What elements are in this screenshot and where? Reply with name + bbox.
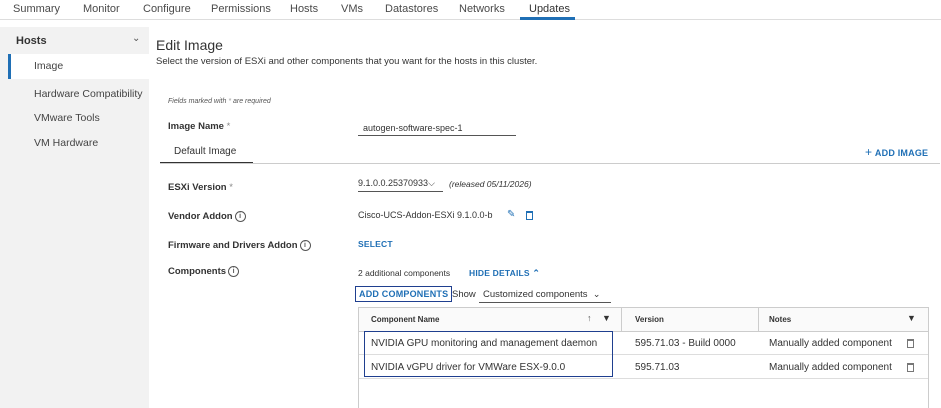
tab-monitor[interactable]: Monitor <box>83 3 120 15</box>
filter-icon[interactable]: ▼ <box>602 313 611 323</box>
sidebar: Hosts ⌄ Image Hardware Compatibility VMw… <box>0 27 149 408</box>
delete-icon[interactable] <box>907 363 914 372</box>
components-label: Components i <box>168 266 240 277</box>
component-notes-cell: Manually added component <box>769 338 892 349</box>
chevron-up-icon: ⌃ <box>532 268 541 278</box>
column-header-notes[interactable]: Notes <box>769 315 791 324</box>
firmware-addon-label: Firmware and Drivers Addon i <box>168 240 311 251</box>
page-title: Edit Image <box>156 37 223 53</box>
components-count: 2 additional components <box>358 268 451 278</box>
filter-icon[interactable]: ▼ <box>907 313 916 323</box>
active-tab-indicator <box>520 17 575 20</box>
tab-hosts[interactable]: Hosts <box>290 3 318 15</box>
tab-default-image[interactable]: Default Image <box>174 146 236 157</box>
vendor-addon-label: Vendor Addon i <box>168 211 246 222</box>
component-version-cell: 595.71.03 - Build 0000 <box>635 338 736 349</box>
edit-icon[interactable]: ✎ <box>507 209 515 220</box>
sidebar-header-hosts[interactable]: Hosts <box>16 35 47 47</box>
hide-details-button[interactable]: HIDE DETAILS ⌃ <box>469 268 540 279</box>
sidebar-item-vm-hardware[interactable]: VM Hardware <box>34 137 98 149</box>
esxi-release-date: (released 05/11/2026) <box>449 179 532 189</box>
add-image-button[interactable]: + ADD IMAGE <box>865 145 928 159</box>
show-filter-select[interactable]: Customized components ⌄ <box>483 289 600 300</box>
tab-configure[interactable]: Configure <box>143 3 191 15</box>
tab-datastores[interactable]: Datastores <box>385 3 438 15</box>
component-selection-highlight <box>364 331 613 377</box>
info-icon[interactable]: i <box>234 211 246 222</box>
tab-permissions[interactable]: Permissions <box>211 3 271 15</box>
top-nav: Summary Monitor Configure Permissions Ho… <box>0 0 941 20</box>
sidebar-item-vmware-tools[interactable]: VMware Tools <box>34 112 100 124</box>
column-separator[interactable] <box>758 308 759 332</box>
chevron-down-icon: ⌵ <box>428 178 435 188</box>
info-icon[interactable]: i <box>299 240 311 251</box>
page-subtitle: Select the version of ESXi and other com… <box>156 56 538 67</box>
sidebar-item-hardware-compatibility[interactable]: Hardware Compatibility <box>34 88 143 100</box>
esxi-version-label: ESXi Version * <box>168 182 233 193</box>
delete-icon[interactable] <box>907 339 914 348</box>
required-note: Fields marked with * are required <box>168 98 271 105</box>
add-components-button[interactable]: ADD COMPONENTS <box>355 286 453 302</box>
vendor-addon-value: Cisco-UCS-Addon-ESXi 9.1.0.0-b <box>358 210 493 220</box>
column-header-version[interactable]: Version <box>635 315 664 324</box>
select-firmware-button[interactable]: SELECT <box>358 239 393 249</box>
chevron-down-icon: ⌄ <box>592 289 601 299</box>
image-name-label: Image Name * <box>168 121 231 132</box>
column-header-component-name[interactable]: Component Name <box>371 315 439 324</box>
sort-ascending-icon[interactable]: ↑ <box>587 313 592 323</box>
show-select-underline <box>479 302 611 303</box>
tab-vms[interactable]: VMs <box>341 3 363 15</box>
show-label: Show <box>452 289 476 300</box>
info-icon[interactable]: i <box>228 266 240 277</box>
tab-updates[interactable]: Updates <box>529 3 570 15</box>
chevron-down-icon[interactable]: ⌄ <box>132 33 140 44</box>
image-name-input[interactable]: autogen-software-spec-1 <box>363 123 463 133</box>
grid-header: Component Name ↑ ▼ Version Notes ▼ <box>359 308 928 332</box>
delete-icon[interactable] <box>526 211 533 220</box>
component-version-cell: 595.71.03 <box>635 362 680 373</box>
tab-divider <box>160 163 940 164</box>
esxi-version-select[interactable]: 9.1.0.0.25370933⌵ <box>358 178 435 189</box>
esxi-select-underline <box>358 191 443 192</box>
plus-icon: + <box>865 145 873 159</box>
tab-networks[interactable]: Networks <box>459 3 505 15</box>
column-separator[interactable] <box>621 308 622 332</box>
sidebar-item-image[interactable]: Image <box>8 54 149 79</box>
tab-summary[interactable]: Summary <box>13 3 60 15</box>
image-name-underline <box>358 135 516 136</box>
sidebar-item-label: Image <box>34 60 64 72</box>
component-notes-cell: Manually added component <box>769 362 892 373</box>
